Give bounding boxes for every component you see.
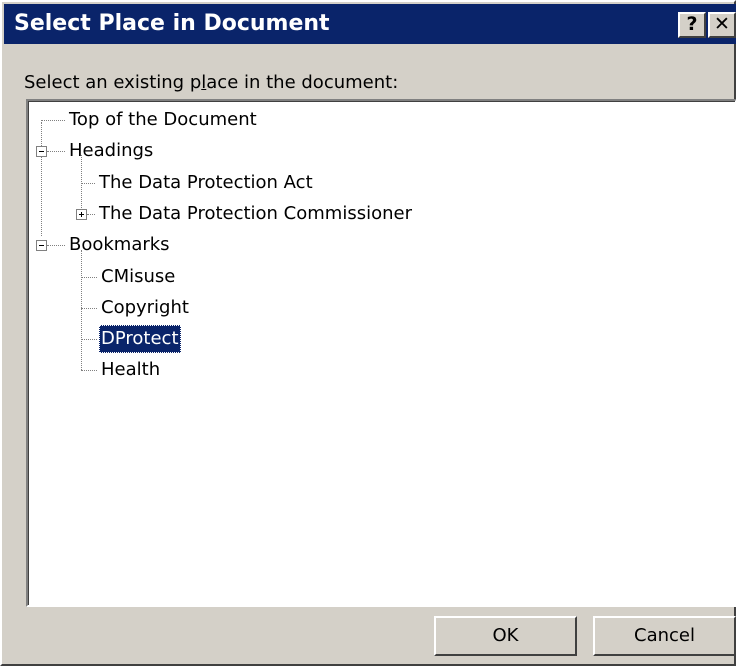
tree-item-bookmarks[interactable]: Bookmarks — [67, 231, 172, 259]
tree-line — [47, 245, 65, 246]
tree-line — [81, 250, 82, 370]
tree-item-top-of-document[interactable]: Top of the Document — [67, 106, 259, 134]
close-button[interactable]: ✕ — [708, 12, 736, 38]
document-place-tree[interactable]: Top of the Document Headings The Data Pr… — [26, 99, 736, 607]
tree-line — [81, 339, 97, 340]
collapse-bookmarks-icon[interactable] — [36, 240, 47, 251]
tree-item-data-protection-act[interactable]: The Data Protection Act — [97, 169, 315, 197]
tree-item-cmisuse[interactable]: CMisuse — [99, 263, 177, 291]
expand-commissioner-icon[interactable] — [76, 209, 87, 220]
help-button[interactable]: ? — [678, 12, 706, 38]
tree-line — [41, 120, 65, 121]
tree-item-copyright[interactable]: Copyright — [99, 294, 191, 322]
collapse-headings-icon[interactable] — [36, 146, 47, 157]
tree-line — [41, 122, 42, 236]
tree-line — [47, 151, 65, 152]
tree-item-health[interactable]: Health — [99, 356, 162, 384]
title-bar[interactable]: Select Place in Document ? ✕ — [4, 4, 736, 44]
tree-item-dprotect[interactable]: DProtect — [99, 325, 181, 353]
prompt-label: Select an existing place in the document… — [24, 72, 398, 93]
tree-viewport: Top of the Document Headings The Data Pr… — [28, 101, 735, 605]
tree-item-data-protection-commissioner[interactable]: The Data Protection Commissioner — [97, 200, 414, 228]
tree-line — [81, 183, 95, 184]
tree-line — [81, 308, 97, 309]
tree-line — [81, 370, 97, 371]
tree-item-headings[interactable]: Headings — [67, 137, 155, 165]
ok-button[interactable]: OK — [434, 616, 577, 656]
tree-line — [81, 277, 97, 278]
dialog-title: Select Place in Document — [14, 11, 330, 36]
prompt-text-start: Select an existing p — [24, 72, 202, 93]
cancel-button[interactable]: Cancel — [593, 616, 736, 656]
select-place-dialog: Select Place in Document ? ✕ Select an e… — [0, 0, 736, 666]
tree-line — [87, 214, 95, 215]
prompt-text-end: ace in the document: — [206, 72, 399, 93]
